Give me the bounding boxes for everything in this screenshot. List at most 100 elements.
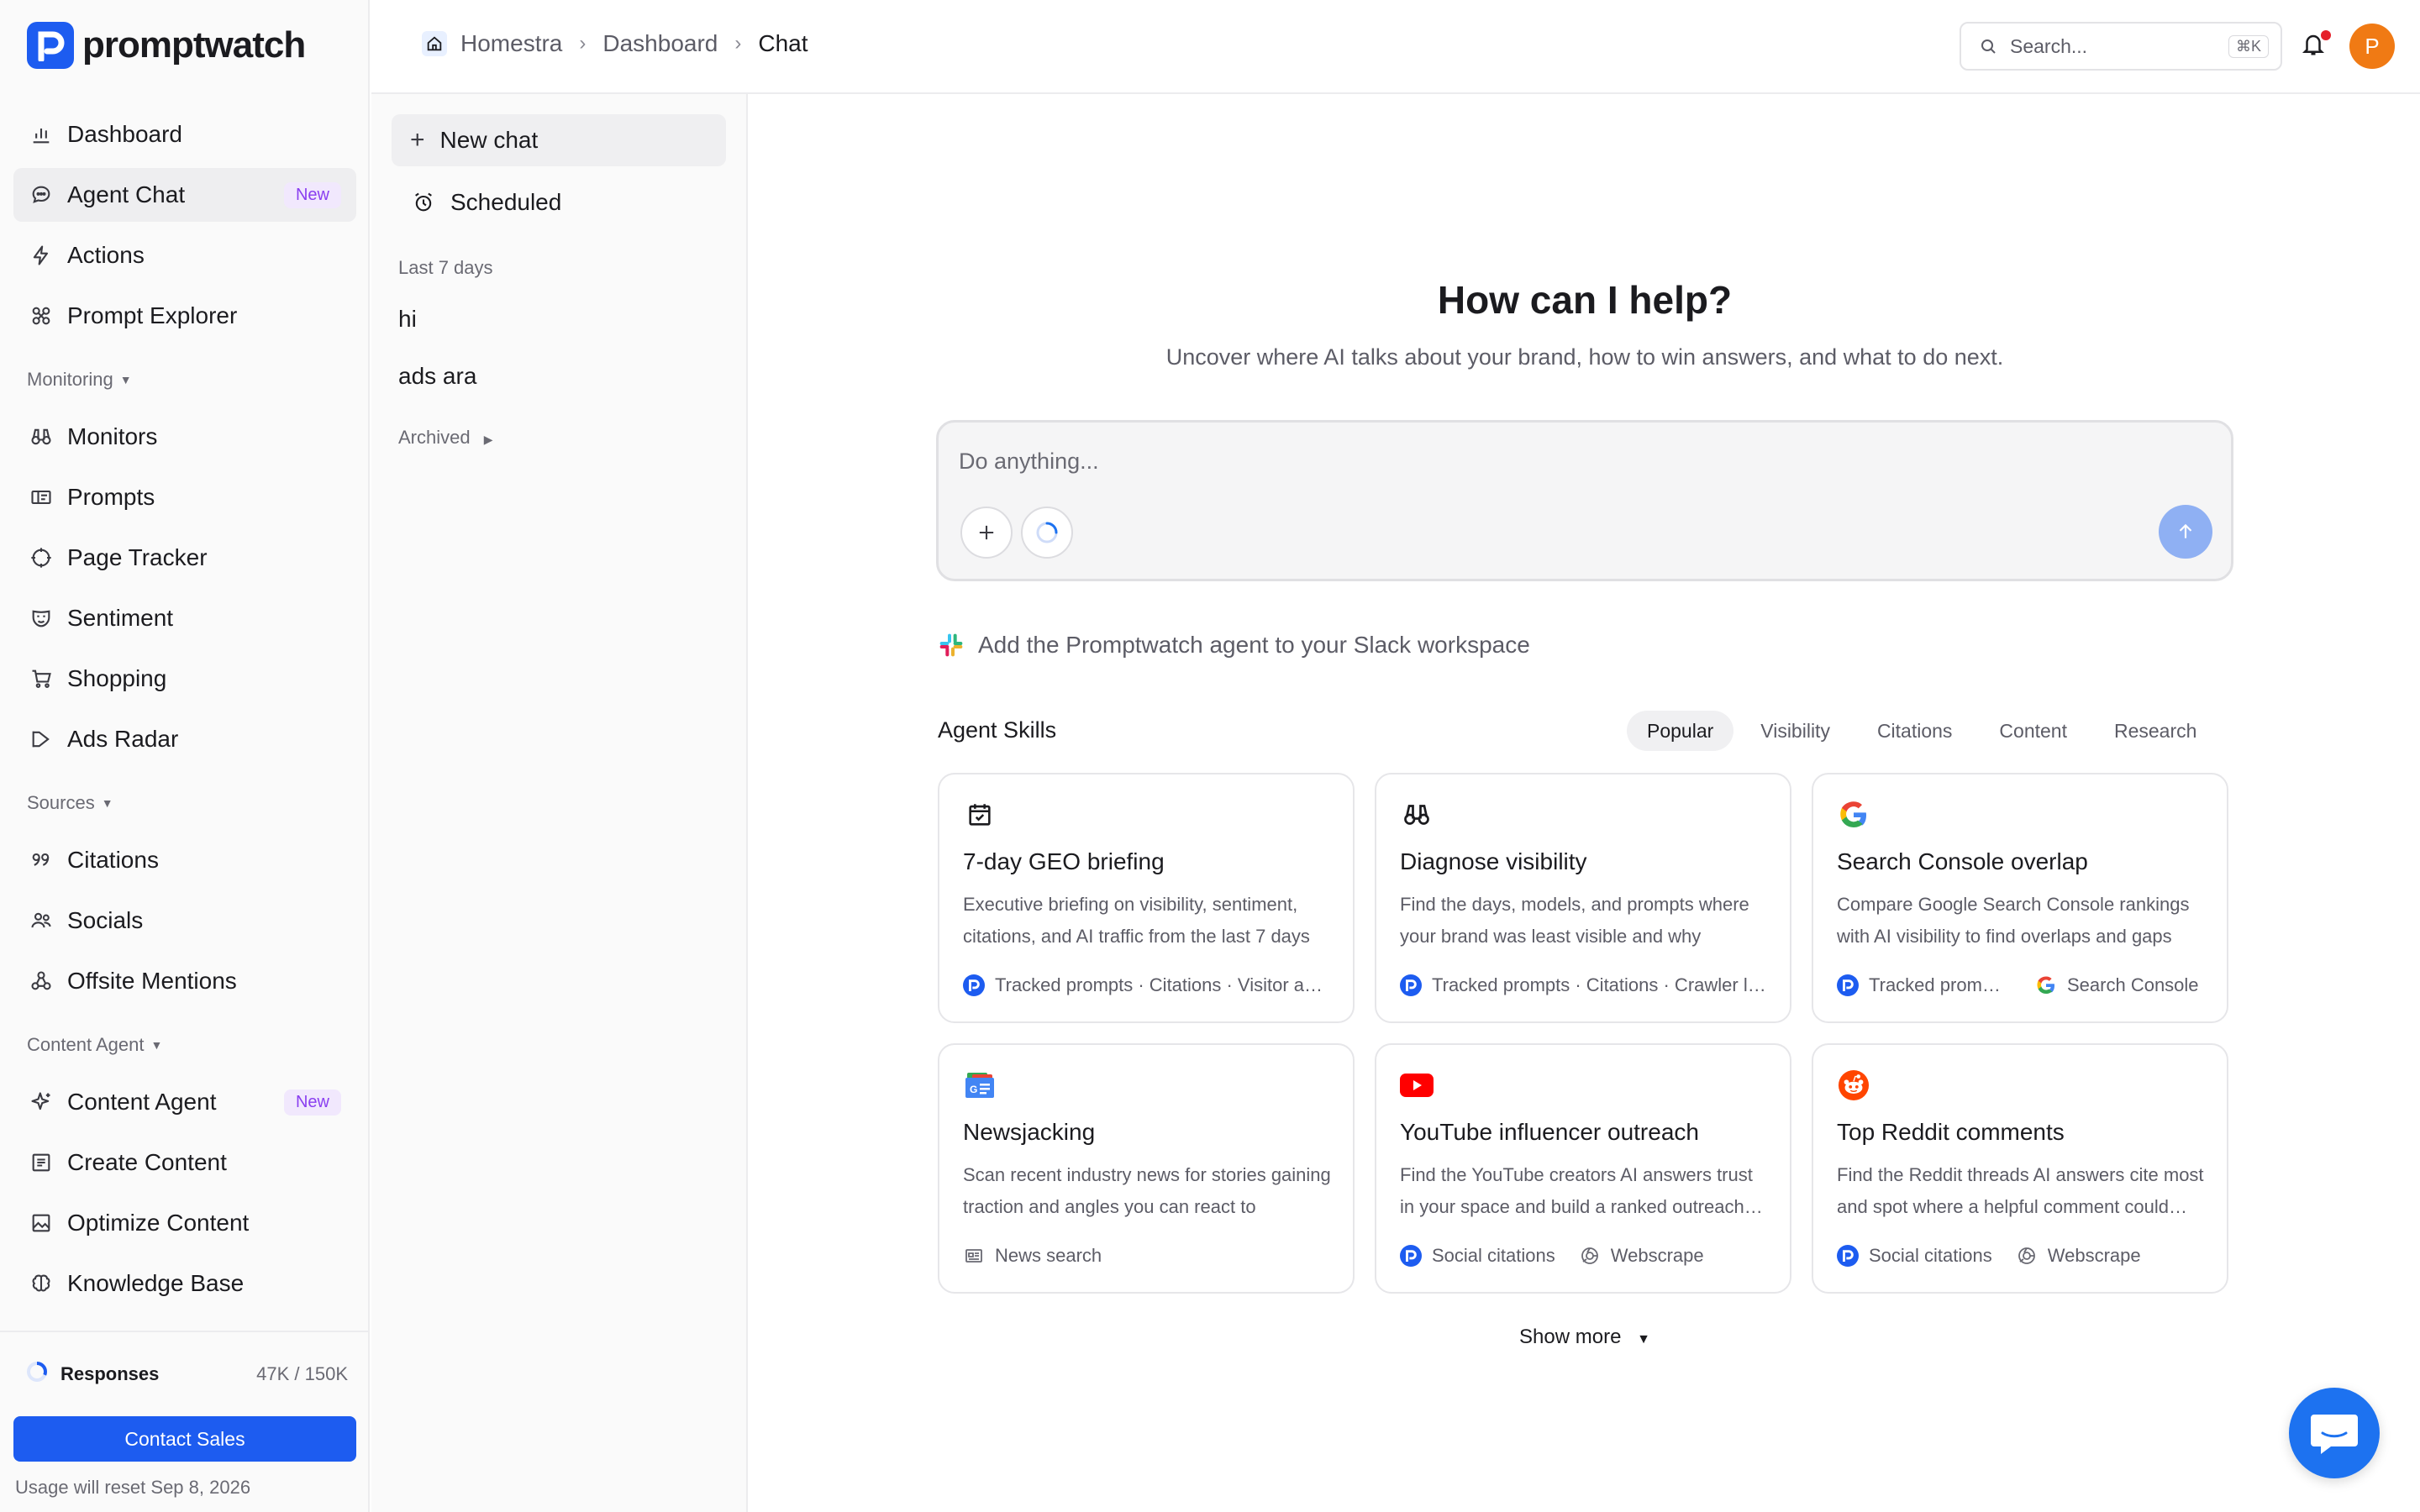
archived-label: Archived	[398, 427, 471, 448]
skill-card-description: Compare Google Search Console rankings w…	[1837, 894, 2190, 947]
skill-card-sources: Tracked prompts · Citations · Crawler lo…	[1400, 974, 1770, 996]
sidebar-item-sentiment[interactable]: Sentiment	[13, 591, 356, 645]
sidebar-item-monitors[interactable]: Monitors	[13, 410, 356, 464]
sidebar-item-page-tracker[interactable]: Page Tracker	[13, 531, 356, 585]
show-more-label: Show more	[1519, 1326, 1622, 1348]
skill-card-sources: News search	[963, 1245, 1333, 1267]
sidebar-item-label: Content Agent	[67, 1089, 217, 1115]
tab-citations[interactable]: Citations	[1857, 711, 1972, 751]
send-button[interactable]	[2159, 505, 2212, 559]
sidebar-item-prompt-explorer[interactable]: Prompt Explorer	[13, 289, 356, 343]
scheduled-button[interactable]: Scheduled	[392, 176, 726, 228]
tab-popular[interactable]: Popular	[1627, 711, 1734, 751]
source-label: Social citations	[1869, 1245, 1992, 1266]
sidebar-item-label: Citations	[67, 847, 159, 873]
sidebar-item-shopping[interactable]: Shopping	[13, 652, 356, 706]
sidebar-item-agent-chat[interactable]: Agent Chat New	[13, 168, 356, 222]
sidebar-item-ads-radar[interactable]: Ads Radar	[13, 712, 356, 766]
skills-tabs: Popular Visibility Citations Content Res…	[1627, 711, 2217, 751]
breadcrumb-workspace[interactable]: Homestra	[460, 30, 562, 57]
sparkle-icon	[29, 1089, 54, 1115]
skill-card-title: 7-day GEO briefing	[963, 848, 1165, 874]
sidebar-item-label: Prompts	[67, 484, 155, 510]
breadcrumb-dashboard[interactable]: Dashboard	[602, 30, 718, 57]
sidebar-item-create-content[interactable]: Create Content	[13, 1136, 356, 1189]
tab-research[interactable]: Research	[2094, 711, 2217, 751]
search-box[interactable]: Search... ⌘K	[1960, 22, 2282, 71]
source-item: Webscrape	[1579, 1245, 1704, 1267]
notifications-button[interactable]	[2301, 30, 2331, 60]
sidebar-item-optimize-content[interactable]: Optimize Content	[13, 1196, 356, 1250]
source-item: Social citations	[1400, 1245, 1555, 1267]
slack-connect-link[interactable]: Add the Promptwatch agent to your Slack …	[938, 632, 1530, 659]
skill-card-newsjacking[interactable]: G Newsjacking Scan recent industry news …	[938, 1043, 1355, 1294]
sidebar-item-knowledge-base[interactable]: Knowledge Base	[13, 1257, 356, 1310]
section-label: Sources	[27, 792, 95, 813]
agent-skills-title: Agent Skills	[938, 717, 1057, 743]
lightning-icon	[29, 243, 54, 268]
new-chat-button[interactable]: + New chat	[392, 114, 726, 166]
usage-panel: Responses 47K / 150K Contact Sales Usage…	[0, 1331, 370, 1499]
logo[interactable]: promptwatch	[27, 22, 306, 69]
section-sources[interactable]: Sources ▼	[13, 786, 356, 820]
skill-card-youtube-outreach[interactable]: YouTube influencer outreach Find the You…	[1375, 1043, 1791, 1294]
skill-card-diagnose-visibility[interactable]: Diagnose visibility Find the days, model…	[1375, 773, 1791, 1023]
skill-card-description: Find the days, models, and prompts where…	[1400, 894, 1749, 947]
cart-icon	[29, 666, 54, 691]
sidebar-item-prompts[interactable]: Prompts	[13, 470, 356, 524]
sidebar-item-label: Optimize Content	[67, 1210, 250, 1236]
workspace-icon	[422, 31, 447, 56]
slack-connect-label: Add the Promptwatch agent to your Slack …	[978, 632, 1530, 658]
explorer-icon	[29, 303, 54, 328]
binoculars-icon	[29, 424, 54, 449]
attach-button[interactable]	[960, 507, 1013, 559]
sidebar-item-label: Knowledge Base	[67, 1270, 245, 1296]
svg-text:G: G	[970, 1084, 977, 1095]
skill-card-search-console-overlap[interactable]: Search Console overlap Compare Google Se…	[1812, 773, 2228, 1023]
chat-list-panel: + New chat Scheduled Last 7 days hi ads …	[371, 94, 748, 1512]
chat-input[interactable]	[959, 443, 2135, 480]
skill-card-description: Find the Reddit threads AI answers cite …	[1837, 1164, 2204, 1217]
section-label: Monitoring	[27, 369, 113, 390]
sidebar-item-socials[interactable]: Socials	[13, 894, 356, 948]
skill-card-reddit-comments[interactable]: Top Reddit comments Find the Reddit thre…	[1812, 1043, 2228, 1294]
section-content-agent[interactable]: Content Agent ▼	[13, 1028, 356, 1062]
sidebar-item-actions[interactable]: Actions	[13, 228, 356, 282]
skill-card-geo-briefing[interactable]: 7-day GEO briefing Executive briefing on…	[938, 773, 1355, 1023]
source-item: Tracked prompts	[1837, 974, 2005, 996]
sidebar-item-label: Prompt Explorer	[67, 302, 238, 328]
sidebar-item-citations[interactable]: Citations	[13, 833, 356, 887]
plus-icon	[979, 525, 994, 540]
binoculars-icon	[1400, 798, 1434, 832]
sidebar-item-offsite-mentions[interactable]: Offsite Mentions	[13, 954, 356, 1008]
caret-right-icon: ▶	[483, 433, 493, 446]
contact-sales-button[interactable]: Contact Sales	[13, 1416, 356, 1462]
avatar[interactable]: P	[2349, 24, 2395, 69]
sidebar-item-content-agent[interactable]: Content Agent New	[13, 1075, 356, 1129]
tab-visibility[interactable]: Visibility	[1740, 711, 1850, 751]
caret-down-icon: ▼	[1637, 1332, 1650, 1347]
chat-composer	[936, 420, 2233, 581]
source-label: News search	[995, 1245, 1102, 1266]
usage-row: Responses 47K / 150K	[13, 1359, 356, 1389]
image-edit-icon	[29, 1210, 54, 1236]
chat-history-item[interactable]: ads ara	[398, 363, 476, 390]
archived-toggle[interactable]: Archived ▶	[398, 427, 493, 449]
source-label: Webscrape	[1610, 1245, 1704, 1266]
sidebar-item-label: Dashboard	[67, 121, 182, 147]
chat-history-item[interactable]: hi	[398, 306, 417, 333]
model-status-button[interactable]	[1021, 507, 1073, 559]
skill-card-title: Top Reddit comments	[1837, 1119, 2065, 1145]
page-title: How can I help?	[1437, 278, 1733, 322]
promptwatch-icon	[1837, 1245, 1859, 1267]
skill-card-title: Search Console overlap	[1837, 848, 2088, 874]
section-monitoring[interactable]: Monitoring ▼	[13, 363, 356, 396]
source-label: Social citations	[1432, 1245, 1555, 1266]
sidebar-item-dashboard[interactable]: Dashboard	[13, 108, 356, 161]
new-chat-label: New chat	[439, 127, 539, 153]
source-item: Webscrape	[2016, 1245, 2141, 1267]
tab-content[interactable]: Content	[1979, 711, 2087, 751]
show-more-button[interactable]: Show more ▼	[750, 1326, 2420, 1349]
support-chat-button[interactable]	[2289, 1388, 2380, 1478]
brain-icon	[29, 1271, 54, 1296]
